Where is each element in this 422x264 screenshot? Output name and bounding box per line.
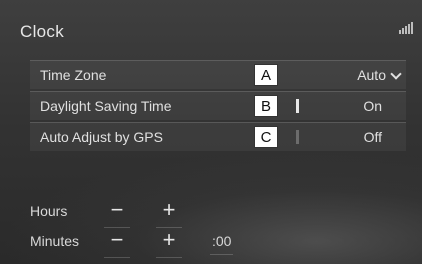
auto-adjust-gps-row[interactable]: Auto Adjust by GPS C Off <box>30 122 406 151</box>
seconds-reset-button[interactable]: :00 <box>209 233 234 255</box>
page-title: Clock <box>20 22 65 41</box>
minutes-plus-button[interactable]: + <box>154 229 184 258</box>
callout-b: B <box>254 95 278 117</box>
time-zone-label: Time Zone <box>40 67 107 83</box>
toggle-indicator-off <box>296 130 299 144</box>
daylight-saving-label: Daylight Saving Time <box>40 98 172 114</box>
callout-c: C <box>254 126 278 148</box>
hours-adjuster: Hours − + <box>30 199 330 228</box>
chevron-down-icon <box>390 68 402 80</box>
daylight-saving-value: On <box>363 98 382 114</box>
minutes-label: Minutes <box>30 233 80 249</box>
minutes-adjuster: Minutes − + :00 <box>30 229 330 258</box>
toggle-indicator-on <box>296 99 299 113</box>
auto-adjust-gps-value: Off <box>363 129 382 145</box>
hours-minus-button[interactable]: − <box>102 199 132 228</box>
signal-strength-icon <box>399 22 413 34</box>
daylight-saving-row[interactable]: Daylight Saving Time B On <box>30 91 406 120</box>
hours-label: Hours <box>30 203 68 219</box>
time-zone-value-text: Auto <box>357 67 386 83</box>
time-zone-value: Auto <box>357 67 402 83</box>
time-zone-row[interactable]: Time Zone A Auto <box>30 60 406 89</box>
auto-adjust-gps-label: Auto Adjust by GPS <box>40 129 163 145</box>
clock-settings-screen: Clock Time Zone A Auto Daylight Saving T… <box>0 0 422 264</box>
minutes-minus-button[interactable]: − <box>102 229 132 258</box>
hours-plus-button[interactable]: + <box>154 199 184 228</box>
callout-a: A <box>254 64 278 86</box>
settings-list: Time Zone A Auto Daylight Saving Time B … <box>30 60 406 153</box>
